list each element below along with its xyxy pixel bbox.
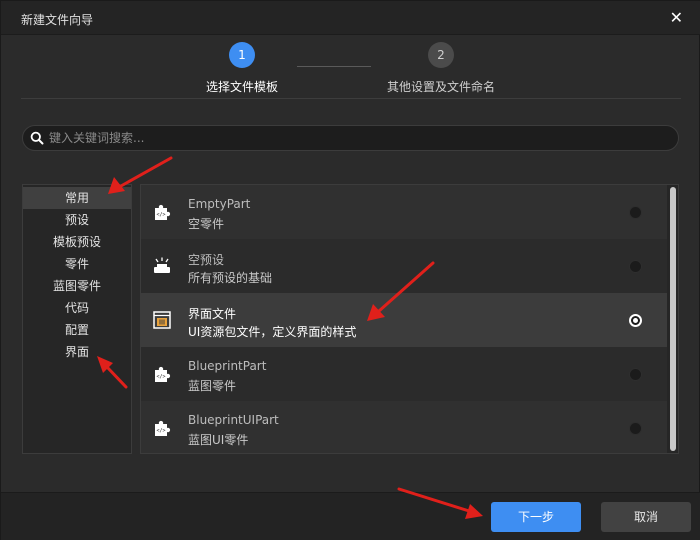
sidebar-item-presets[interactable]: 预设 — [23, 209, 131, 231]
step-1-label: 选择文件模板 — [206, 80, 279, 94]
template-subtitle: 蓝图零件 — [188, 379, 237, 393]
ui-file-icon — [153, 311, 171, 329]
template-subtitle: 所有预设的基础 — [188, 271, 273, 285]
next-button[interactable]: 下一步 — [491, 502, 581, 532]
scrollbar-thumb[interactable] — [670, 187, 676, 451]
step-1-indicator: 1 — [229, 42, 255, 68]
template-title: EmptyPart — [188, 197, 251, 211]
step-2-indicator: 2 — [428, 42, 454, 68]
template-subtitle: 蓝图UI零件 — [188, 433, 249, 447]
search-input[interactable] — [49, 129, 649, 147]
template-title: BlueprintPart — [188, 359, 267, 373]
window-title: 新建文件向导 — [21, 13, 94, 27]
svg-text:</>: </> — [156, 374, 165, 380]
search-box[interactable] — [22, 125, 679, 151]
step-2-label: 其他设置及文件命名 — [387, 80, 496, 94]
sidebar-item-template-presets[interactable]: 模板预设 — [23, 231, 131, 253]
template-radio[interactable] — [629, 368, 642, 381]
category-sidebar: 常用 预设 模板预设 零件 蓝图零件 代码 配置 界面 — [22, 184, 132, 454]
sidebar-item-parts[interactable]: 零件 — [23, 253, 131, 275]
puzzle-code-icon: </> — [155, 366, 171, 382]
template-row-blueprintpart[interactable]: </> BlueprintPart 蓝图零件 — [141, 347, 667, 401]
template-radio[interactable] — [629, 422, 642, 435]
title-bar: 新建文件向导 ✕ — [1, 1, 700, 35]
sidebar-item-interface[interactable]: 界面 — [23, 341, 131, 363]
sidebar-item-blueprint-parts[interactable]: 蓝图零件 — [23, 275, 131, 297]
puzzle-code-icon: </> — [155, 420, 171, 436]
template-title: BlueprintUIPart — [188, 413, 279, 427]
template-list: </> EmptyPart 空零件 空预设 所有预设的基础 界面文件 UI资源包… — [140, 184, 679, 454]
new-file-wizard-dialog: 新建文件向导 ✕ 1 2 选择文件模板 其他设置及文件命名 常用 预设 模板预设… — [0, 0, 700, 540]
template-radio[interactable] — [629, 260, 642, 273]
template-title: 界面文件 — [188, 307, 237, 321]
dialog-footer: 下一步 取消 — [1, 492, 700, 540]
template-row-empty-preset[interactable]: 空预设 所有预设的基础 — [141, 239, 667, 293]
wizard-steps: 1 2 选择文件模板 其他设置及文件命名 — [1, 35, 700, 97]
preset-icon — [154, 257, 170, 273]
template-title: 空预设 — [188, 253, 225, 267]
step-connector — [297, 66, 371, 67]
template-row-ui-file[interactable]: 界面文件 UI资源包文件，定义界面的样式 — [141, 293, 667, 347]
list-scrollbar[interactable] — [669, 185, 678, 453]
puzzle-code-icon: </> — [155, 204, 171, 220]
search-icon — [30, 131, 44, 145]
sidebar-item-common[interactable]: 常用 — [23, 187, 131, 209]
sidebar-item-config[interactable]: 配置 — [23, 319, 131, 341]
svg-text:</>: </> — [156, 428, 165, 434]
close-icon[interactable]: ✕ — [670, 8, 683, 27]
steps-divider — [21, 98, 681, 99]
template-subtitle: 空零件 — [188, 217, 225, 231]
template-row-blueprintuipart[interactable]: </> BlueprintUIPart 蓝图UI零件 — [141, 401, 667, 453]
template-radio[interactable] — [629, 206, 642, 219]
template-radio-selected[interactable] — [629, 314, 642, 327]
cancel-button[interactable]: 取消 — [601, 502, 691, 532]
template-subtitle: UI资源包文件，定义界面的样式 — [188, 325, 357, 339]
template-row-emptypart[interactable]: </> EmptyPart 空零件 — [141, 185, 667, 239]
sidebar-item-code[interactable]: 代码 — [23, 297, 131, 319]
svg-text:</>: </> — [156, 212, 165, 218]
